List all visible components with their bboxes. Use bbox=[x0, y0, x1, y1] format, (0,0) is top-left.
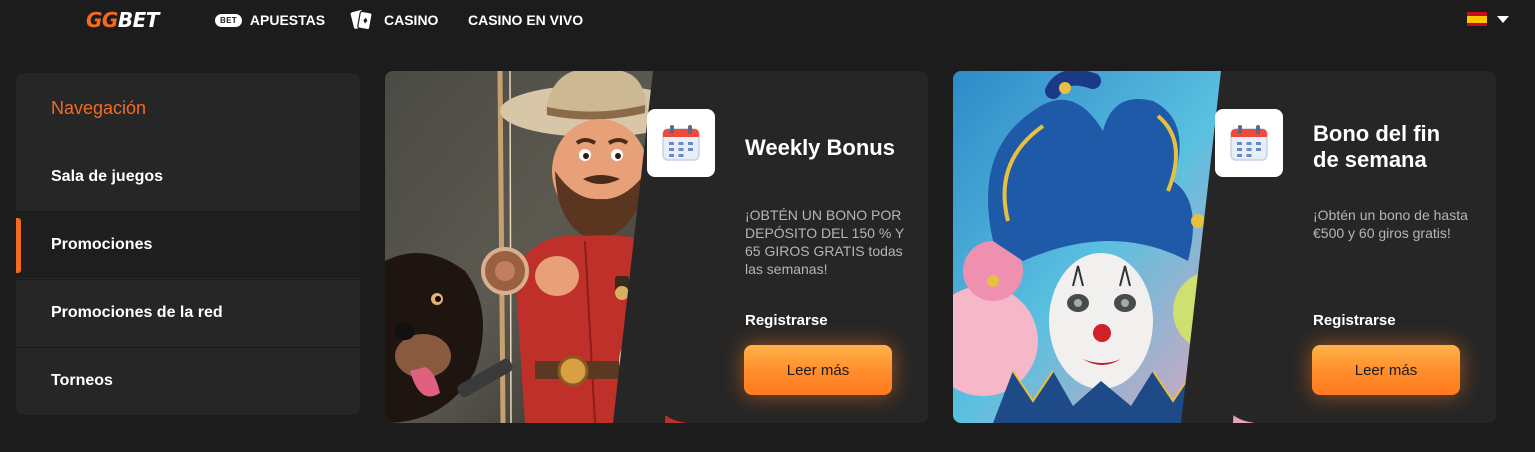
sidebar-item-sala-de-juegos[interactable]: Sala de juegos bbox=[16, 143, 360, 210]
playing-cards-icon bbox=[350, 7, 376, 33]
sidebar-item-label: Sala de juegos bbox=[51, 167, 164, 185]
ggbet-logo[interactable]: GGBET bbox=[86, 8, 159, 32]
sidebar-item-label: Torneos bbox=[51, 372, 113, 389]
sidebar-item-torneos[interactable]: Torneos bbox=[16, 347, 360, 414]
nav-label: CASINO EN VIVO bbox=[468, 12, 584, 28]
promo-card-weekly-bonus: Weekly Bonus ¡OBTÉN UN BONO POR DEPÓSITO… bbox=[385, 71, 928, 423]
register-link[interactable]: Registrarse bbox=[745, 312, 828, 329]
promo-card-weekend-bonus: Bono del fin de semana ¡Obtén un bono de… bbox=[953, 71, 1496, 423]
promo-title: Bono del fin de semana bbox=[1313, 121, 1441, 172]
sidebar-item-label: Promociones bbox=[51, 236, 153, 253]
sidebar-item-promociones[interactable]: Promociones bbox=[16, 211, 360, 278]
top-header: GGBET BET APUESTAS CASINO CASINO EN VIVO bbox=[0, 0, 1535, 40]
sidebar-navigation: Navegación Sala de juegos Promociones Pr… bbox=[16, 73, 360, 415]
calendar-icon bbox=[647, 109, 715, 177]
language-selector[interactable] bbox=[1467, 12, 1509, 26]
nav-item-casino[interactable]: CASINO bbox=[350, 0, 438, 40]
nav-item-apuestas[interactable]: BET APUESTAS bbox=[215, 0, 325, 40]
sidebar-item-label: Promociones de la red bbox=[51, 304, 223, 321]
read-more-button[interactable]: Leer más bbox=[1312, 345, 1460, 395]
chevron-down-icon bbox=[1497, 15, 1509, 23]
promo-description: ¡OBTÉN UN BONO POR DEPÓSITO DEL 150 % Y … bbox=[745, 207, 905, 277]
nav-label: APUESTAS bbox=[249, 12, 326, 28]
sidebar-item-promociones-de-la-red[interactable]: Promociones de la red bbox=[16, 279, 360, 346]
register-link[interactable]: Registrarse bbox=[1313, 312, 1396, 329]
calendar-icon bbox=[1215, 109, 1283, 177]
nav-label: CASINO bbox=[384, 12, 439, 28]
promo-description: ¡Obtén un bono de hasta €500 y 60 giros … bbox=[1313, 207, 1468, 241]
bet-badge-icon: BET bbox=[215, 13, 242, 27]
read-more-button[interactable]: Leer más bbox=[744, 345, 892, 395]
spain-flag-icon bbox=[1467, 12, 1487, 26]
promo-title: Weekly Bonus bbox=[745, 135, 895, 160]
sidebar-title: Navegación bbox=[51, 98, 147, 118]
nav-item-casino-en-vivo[interactable]: CASINO EN VIVO bbox=[468, 0, 583, 40]
